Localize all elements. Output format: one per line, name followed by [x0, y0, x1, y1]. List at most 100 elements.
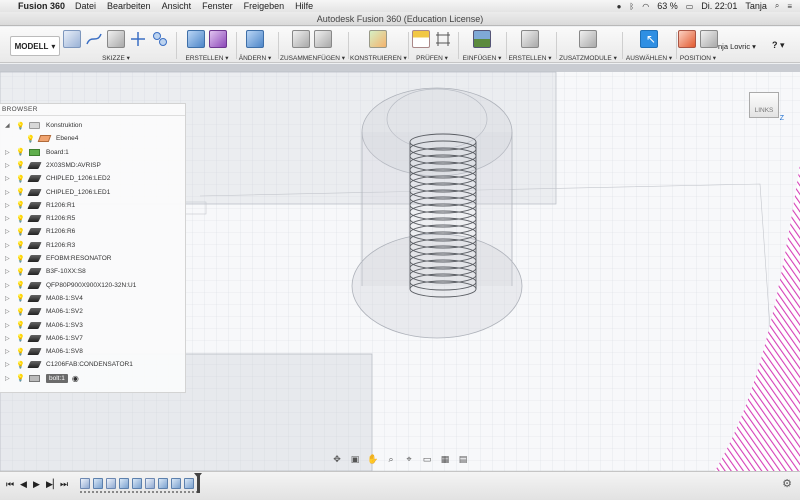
polygon-tool-icon[interactable] — [151, 30, 169, 48]
visibility-bulb-icon[interactable]: 💡 — [16, 294, 25, 302]
timeline-first-icon[interactable]: ⏮ — [6, 479, 14, 490]
browser-item[interactable]: ▷ 💡 MA06-1:SV3 — [0, 319, 186, 332]
visibility-bulb-icon[interactable]: 💡 — [16, 175, 25, 183]
expand-triangle-icon[interactable]: ▷ — [5, 162, 13, 169]
expand-triangle-icon[interactable]: ▷ — [5, 255, 13, 262]
timeline-feature-sketch[interactable] — [80, 478, 90, 489]
visibility-bulb-icon[interactable]: 💡 — [16, 348, 25, 356]
expand-triangle-icon[interactable]: ▷ — [5, 189, 13, 196]
timeline-feature-extrude[interactable] — [184, 478, 194, 489]
battery-icon[interactable]: ▭ — [686, 2, 694, 11]
pan-icon[interactable]: ✋ — [366, 454, 380, 465]
menubar-user[interactable]: Tanja — [745, 1, 767, 11]
viewports-icon[interactable]: ▤ — [456, 454, 470, 465]
timeline-feature-extrude[interactable] — [119, 478, 129, 489]
toolbar-group-assemble[interactable]: ZUSAMMENFÜGEN ▾ — [280, 27, 345, 63]
browser-item[interactable]: ▷ 💡 CHIPLED_1206:LED2 — [0, 172, 186, 185]
expand-triangle-icon[interactable]: ▷ — [5, 322, 13, 329]
visibility-bulb-icon[interactable]: 💡 — [16, 161, 25, 169]
visibility-bulb-icon[interactable]: 💡 — [16, 228, 25, 236]
browser-item[interactable]: 💡 Ebene4 — [0, 132, 186, 145]
new-component-icon[interactable] — [292, 30, 310, 48]
toolbar-group-insert[interactable]: EINFÜGEN ▾ — [460, 27, 504, 63]
expand-triangle-icon[interactable]: ▷ — [5, 335, 13, 342]
look-at-icon[interactable]: ▣ — [348, 454, 362, 465]
rectangle-tool-icon[interactable] — [107, 30, 125, 48]
visibility-bulb-icon[interactable]: 💡 — [16, 308, 25, 316]
menu-freigeben[interactable]: Freigeben — [244, 1, 285, 11]
timeline-feature-sketch[interactable] — [145, 478, 155, 489]
expand-triangle-icon[interactable]: ▷ — [5, 215, 13, 222]
browser-item[interactable]: ▷ 💡 MA06-1:SV7 — [0, 332, 186, 345]
press-pull-icon[interactable] — [246, 30, 264, 48]
line-tool-icon[interactable] — [85, 30, 103, 48]
offset-plane-icon[interactable] — [369, 30, 387, 48]
app-menu-name[interactable]: Fusion 360 — [18, 1, 65, 11]
visibility-bulb-icon[interactable]: 💡 — [16, 374, 25, 382]
browser-item[interactable]: ▷ 💡 C1206FAB:CONDENSATOR1 — [0, 358, 186, 371]
orbit-icon[interactable]: ✥ — [330, 454, 344, 465]
toolbar-group-inspect[interactable]: PRÜFEN ▾ — [410, 27, 454, 63]
select-cursor-icon[interactable] — [640, 30, 658, 48]
timeline-feature-extrude[interactable] — [132, 478, 142, 489]
timeline-feature-sketch[interactable] — [106, 478, 116, 489]
expand-triangle-icon[interactable]: ▷ — [5, 242, 13, 249]
browser-item[interactable]: ▷ 💡 Board:1 — [0, 146, 186, 159]
menu-hilfe[interactable]: Hilfe — [295, 1, 313, 11]
browser-item[interactable]: ▷ 💡 MA06-1:SV2 — [0, 305, 186, 318]
toolbar-group-select[interactable]: AUSWÄHLEN ▾ — [624, 27, 674, 63]
expand-triangle-icon[interactable]: ▷ — [5, 361, 13, 368]
spotlight-icon[interactable]: ⌕ — [775, 1, 779, 11]
point-tool-icon[interactable] — [129, 30, 147, 48]
creative-cloud-icon[interactable]: ● — [617, 2, 622, 11]
view-cube-face[interactable]: LINKS — [749, 92, 779, 118]
browser-item[interactable]: ▷ 💡 MA08-1:SV4 — [0, 292, 186, 305]
toolbar-group-modify[interactable]: ÄNDERN ▾ — [238, 27, 272, 63]
expand-triangle-icon[interactable]: ▷ — [5, 375, 13, 382]
timeline-prev-icon[interactable]: ◀ — [20, 479, 27, 490]
expand-triangle-icon[interactable]: ▷ — [5, 348, 13, 355]
visibility-bulb-icon[interactable]: 💡 — [16, 241, 25, 249]
capture-position-icon[interactable] — [700, 30, 718, 48]
notification-center-icon[interactable]: ≡ — [787, 2, 792, 11]
form-body-icon[interactable] — [209, 30, 227, 48]
insert-canvas-icon[interactable] — [473, 30, 491, 48]
browser-item[interactable]: ▷ 💡 QFP80P900X900X120-32N:U1 — [0, 279, 186, 292]
joint-icon[interactable] — [314, 30, 332, 48]
timeline-next-icon[interactable]: ▶▏ — [46, 479, 60, 490]
browser-item[interactable]: ▷ 💡 MA06-1:SV8 — [0, 345, 186, 358]
toolbar-group-make[interactable]: ERSTELLEN ▾ — [508, 27, 552, 63]
toolbar-group-sketch[interactable]: SKIZZE ▾ — [62, 27, 170, 63]
browser-item[interactable]: ▷ 💡 CHIPLED_1206:LED1 — [0, 186, 186, 199]
expand-triangle-icon[interactable]: ▷ — [5, 308, 13, 315]
browser-item[interactable]: ◢ 💡 Konstruktion — [0, 119, 186, 132]
create-sketch-icon[interactable] — [63, 30, 81, 48]
timeline-feature-extrude[interactable] — [171, 478, 181, 489]
timeline-feature-thread[interactable] — [158, 478, 168, 489]
visibility-bulb-icon[interactable]: 💡 — [16, 268, 25, 276]
visibility-bulb-icon[interactable]: 💡 — [16, 255, 25, 263]
toolbar-group-position[interactable]: POSITION ▾ — [678, 27, 718, 63]
section-analysis-icon[interactable] — [434, 30, 452, 48]
browser-item[interactable]: ▷ 💡 B3F-10XX:S8 — [0, 265, 186, 278]
visibility-bulb-icon[interactable]: 💡 — [16, 188, 25, 196]
timeline-feature-extrude[interactable] — [93, 478, 103, 489]
visibility-bulb-icon[interactable]: 💡 — [16, 201, 25, 209]
visibility-bulb-icon[interactable]: 💡 — [16, 321, 25, 329]
visibility-bulb-icon[interactable]: 💡 — [16, 148, 25, 156]
visibility-bulb-icon[interactable]: 💡 — [16, 122, 25, 130]
expand-triangle-icon[interactable]: ▷ — [5, 228, 13, 235]
timeline-play-icon[interactable]: ▶ — [33, 479, 40, 490]
menu-datei[interactable]: Datei — [75, 1, 96, 11]
toolbar-group-construct[interactable]: KONSTRUIEREN ▾ — [350, 27, 407, 63]
grid-settings-icon[interactable]: ▦ — [438, 454, 452, 465]
visibility-bulb-icon[interactable]: 💡 — [16, 281, 25, 289]
expand-triangle-icon[interactable]: ▷ — [5, 268, 13, 275]
browser-item[interactable]: ▷ 💡 R1206:R5 — [0, 212, 186, 225]
browser-item[interactable]: ▷ 💡 EFOBM:RESONATOR — [0, 252, 186, 265]
clock[interactable]: Di. 22:01 — [701, 1, 737, 11]
box-body-icon[interactable] — [187, 30, 205, 48]
timeline-last-icon[interactable]: ⏭ — [60, 479, 68, 490]
browser-item[interactable]: ▷ 💡 2X03SMD:AVRISP — [0, 159, 186, 172]
view-cube[interactable]: LINKS Z — [744, 88, 784, 122]
